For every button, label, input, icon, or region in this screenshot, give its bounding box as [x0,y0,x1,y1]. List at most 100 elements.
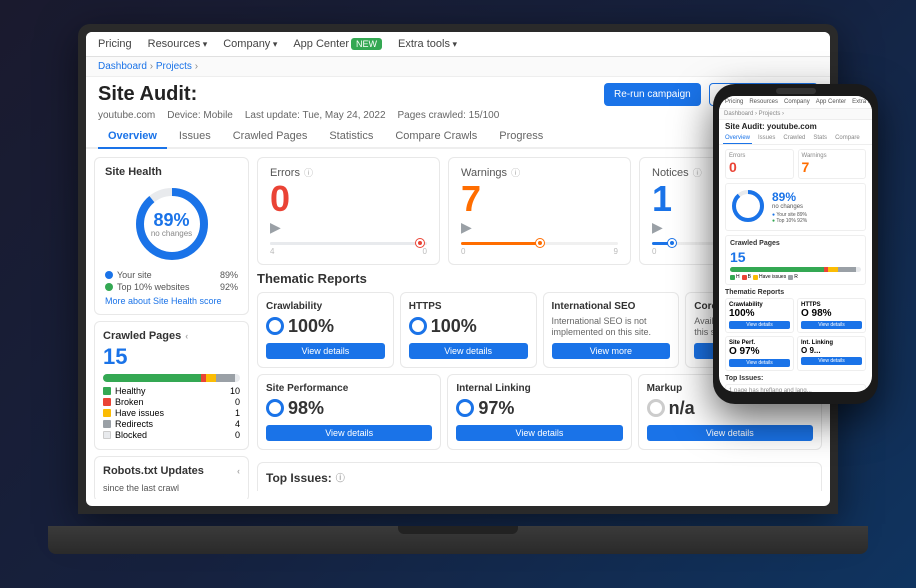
crawlability-icon [266,317,284,335]
tab-statistics[interactable]: Statistics [319,125,383,149]
phone-crawl-pct: 100% [729,308,790,319]
robots-chevron: ‹ [237,466,240,476]
phone-pages-bar [730,267,861,272]
markup-btn[interactable]: View details [647,425,813,441]
phone-bar-issues [828,267,837,272]
breadcrumb: Dashboard › Projects › [86,57,830,77]
issues-info-icon[interactable]: ⓘ [336,471,345,484]
https-icon [409,317,427,335]
nav-resources[interactable]: Resources [148,38,208,50]
phone-pages-num: 15 [730,249,861,265]
phone-tab-issues[interactable]: Issues [756,133,777,144]
bar-issues [206,374,216,382]
warnings-info-icon[interactable]: ⓘ [511,166,520,179]
donut-center: 89% no changes [151,211,192,238]
site-perf-btn[interactable]: View details [266,425,432,441]
robots-title: Robots.txt Updates [103,465,204,477]
rerun-button[interactable]: Re-run campaign [604,83,701,106]
markup-pct: n/a [669,398,695,419]
https-btn[interactable]: View details [409,343,528,359]
phone-legend-row: H B Have issues R [730,274,861,280]
your-site-label: Your site [117,270,152,280]
health-label: no changes [151,229,192,238]
top10-label: Top 10% websites [117,282,190,292]
phone-leg-healthy: H [730,274,740,280]
errors-bar [270,242,427,245]
phone-tab-stats[interactable]: Stats [811,133,829,144]
crawled-pages-card: Crawled Pages ‹ 15 [94,321,249,450]
tab-issues[interactable]: Issues [169,125,221,149]
phone-issue-1-title: 1 page has hreflang and lang... [729,388,862,392]
breadcrumb-projects[interactable]: Projects [156,61,192,72]
site-perf-title: Site Performance [266,383,432,394]
site-health-title: Site Health [105,166,162,178]
errors-sub: ▶ [270,219,427,236]
top10-value: 92% [220,282,238,292]
intl-seo-btn[interactable]: View more [552,343,671,359]
tab-compare[interactable]: Compare Crawls [385,125,487,149]
nav-company[interactable]: Company [223,38,277,50]
top-nav: Pricing Resources Company App Center NEW… [86,32,830,57]
report-intl-seo: International SEO International SEO is n… [543,292,680,368]
tab-progress[interactable]: Progress [489,125,553,149]
device-label: Device: Mobile [167,110,233,121]
tab-crawled[interactable]: Crawled Pages [223,125,318,149]
phone-nav-appcenter: App Center [816,99,846,105]
phone-leg-issues: Have issues [753,274,786,280]
int-linking-title: Internal Linking [456,383,622,394]
phone-warnings: Warnings 7 [798,149,867,179]
report-https: HTTPS 100% View details [400,292,537,368]
app-center-badge: NEW [351,38,382,50]
bar-redirects [216,374,236,382]
your-site-dot [105,271,113,279]
phone-tab-compare[interactable]: Compare [833,133,862,144]
nav-pricing[interactable]: Pricing [98,38,132,50]
notices-bar-dot [668,239,676,247]
phone-tab-crawled[interactable]: Crawled [781,133,807,144]
phone-perf-btn[interactable]: View details [729,359,790,367]
intl-seo-desc: International SEO is not implemented on … [552,316,671,339]
phone-breadcrumb: Dashboard › Projects › [719,109,872,120]
notices-info-icon[interactable]: ⓘ [693,166,702,179]
phone-screen: Pricing Resources Company App Center Ext… [719,96,872,392]
your-site-value: 89% [220,270,238,280]
phone-report-perf: Site Perf. O 97% View details [725,336,794,371]
breadcrumb-dashboard[interactable]: Dashboard [98,61,147,72]
notices-label: Notices [652,167,689,179]
phone-tabs: Overview Issues Crawled Stats Compare [719,133,872,145]
int-linking-btn[interactable]: View details [456,425,622,441]
phone-nav-pricing: Pricing [725,99,743,105]
phone-crawl-btn[interactable]: View details [729,321,790,329]
crawlability-btn[interactable]: View details [266,343,385,359]
errors-info-icon[interactable]: ⓘ [304,166,313,179]
pages-number: 15 [103,344,240,370]
crawled-pages-title: Crawled Pages ‹ [103,330,240,342]
health-link[interactable]: More about Site Health score [105,296,238,306]
errors-value: 0 [270,179,427,219]
phone-issue-1: 1 page has hreflang and lang... View mor… [725,384,866,392]
phone-sq-redirects [788,275,793,280]
warnings-sub: ▶ [461,219,618,236]
phone-health-label: no changes [772,204,807,210]
errors-bar-fill [270,242,427,245]
pages-crawled: Pages crawled: 15/100 [398,110,500,121]
phone-https-btn[interactable]: View details [801,321,862,329]
phone-linking-btn[interactable]: View details [801,357,862,365]
errors-label: Errors [270,167,300,179]
legend-issues: Have issues 1 [103,408,240,418]
nav-app-center[interactable]: App Center NEW [293,38,382,50]
phone-sq-healthy [730,275,735,280]
phone-warnings-val: 7 [802,159,863,175]
phone-donut-svg [730,188,766,224]
nav-extra-tools[interactable]: Extra tools [398,38,457,50]
phone-tab-overview[interactable]: Overview [723,133,752,144]
warnings-bar-fill [461,242,540,245]
phone-frame: Pricing Resources Company App Center Ext… [713,84,878,404]
errors-card: Errors ⓘ 0 ▶ [257,157,440,265]
top10-legend: Top 10% websites 92% [105,282,238,292]
issues-title: Top Issues: ⓘ [266,471,813,485]
tab-overview[interactable]: Overview [98,125,167,149]
phone-metrics: Errors 0 Warnings 7 [725,149,866,179]
laptop-base [48,526,868,554]
phone-nav: Pricing Resources Company App Center Ext… [719,96,872,109]
